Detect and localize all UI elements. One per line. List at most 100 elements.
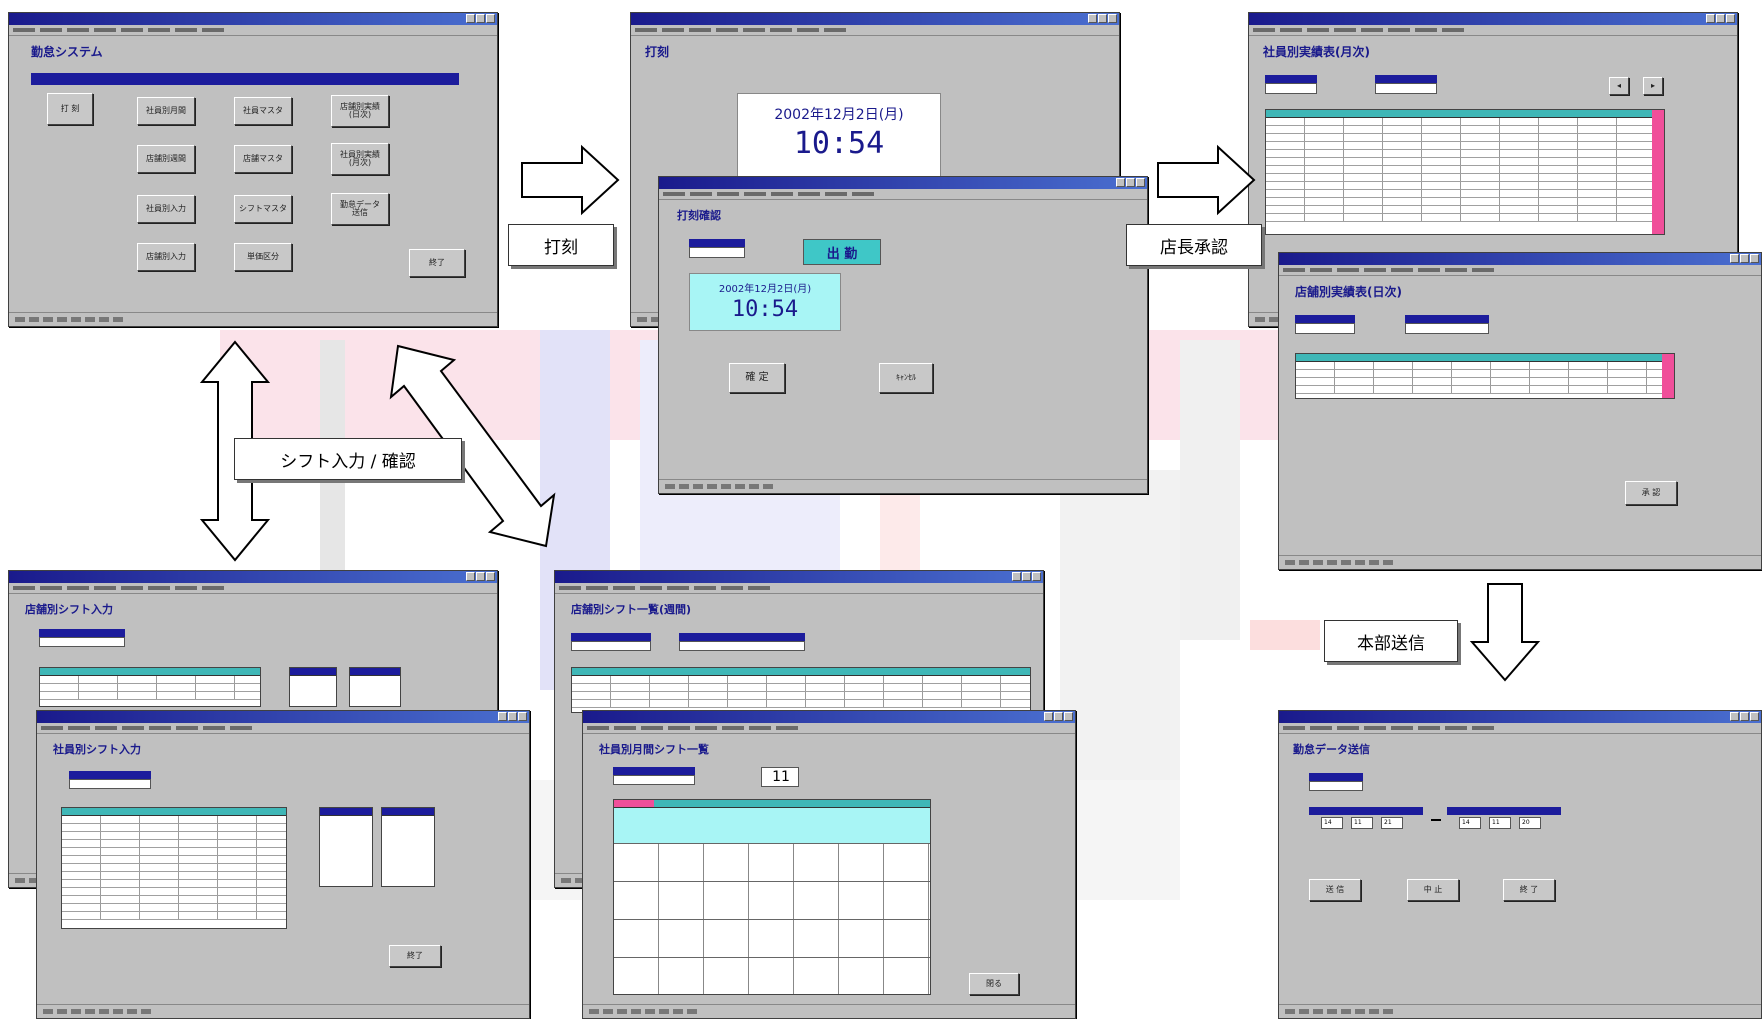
title-bar [631, 13, 1119, 25]
employee-shift-grid [61, 807, 287, 929]
employee-header [1265, 75, 1317, 83]
employee-field[interactable] [613, 775, 695, 785]
exit-button[interactable]: 終了 [389, 945, 441, 967]
confirm-button[interactable]: 確 定 [729, 363, 785, 393]
next-button[interactable]: ▸ [1643, 77, 1663, 95]
week-field[interactable] [679, 641, 805, 651]
monthly-shift-window: 社員別月間シフト一覧 11 閉る [582, 710, 1076, 1019]
close-icon[interactable] [518, 712, 527, 721]
manager-approval-label: 店長承認 [1126, 224, 1262, 266]
to-year[interactable]: 14 [1459, 817, 1481, 829]
period-field[interactable] [1375, 83, 1437, 94]
period-header [1375, 75, 1437, 83]
store-field[interactable] [1309, 781, 1363, 791]
store-master-button[interactable]: 店舗マスタ [234, 145, 292, 173]
confirm-clock-time: 10:54 [731, 297, 799, 322]
confirm-clock-date: 2002年12月2日(月) [718, 284, 812, 295]
monthly-calendar-grid [613, 799, 931, 995]
unit-price-button[interactable]: 単価区分 [234, 243, 292, 271]
close-button[interactable]: 閉る [969, 973, 1019, 995]
punch-button[interactable]: 打 刻 [47, 93, 93, 125]
status-bar [9, 312, 497, 326]
approve-button[interactable]: 承 認 [1625, 481, 1677, 505]
from-year[interactable]: 14 [1321, 817, 1343, 829]
menu-bar [583, 723, 1075, 734]
to-month[interactable]: 11 [1489, 817, 1511, 829]
send-button[interactable]: 送 信 [1309, 879, 1361, 901]
store-weekly-button[interactable]: 店舗別週間 [137, 145, 195, 173]
employee-results-monthly-button[interactable]: 社員別実績 (月次) [331, 143, 389, 175]
close-icon[interactable] [1750, 712, 1759, 721]
stop-button[interactable]: 中 止 [1407, 879, 1459, 901]
close-icon[interactable] [1064, 712, 1073, 721]
maximize-icon[interactable] [476, 14, 485, 23]
date-field[interactable] [1405, 323, 1489, 334]
store-daily-button[interactable]: 店舗別実績 (日次) [331, 95, 389, 127]
page-title: 社員別実績表(月次) [1263, 45, 1370, 59]
shift-time-list [381, 807, 435, 887]
employee-field[interactable] [689, 247, 745, 258]
exit-button[interactable]: 終了 [409, 249, 465, 277]
arrow-down-icon [1469, 583, 1541, 682]
from-month[interactable]: 11 [1351, 817, 1373, 829]
shift-input-confirm-label: シフト入力 / 確認 [234, 438, 462, 480]
close-icon[interactable] [486, 572, 495, 581]
daily-grid [1295, 353, 1675, 399]
data-send-window: 勤怠データ送信 14 11 21 14 11 20 送 信 中 止 終 了 [1278, 710, 1762, 1019]
store-input-button[interactable]: 店舗別入力 [137, 243, 195, 271]
to-day[interactable]: 20 [1519, 817, 1541, 829]
menu-bar [1279, 265, 1761, 276]
status-bar [583, 1004, 1075, 1018]
employee-field[interactable] [1265, 83, 1317, 94]
store-field[interactable] [39, 637, 125, 647]
employee-header [613, 767, 695, 775]
close-icon[interactable] [1750, 254, 1759, 263]
close-icon[interactable] [1108, 14, 1117, 23]
menu-bar [1249, 25, 1737, 36]
clock-panel: 2002年12月2日(月) 10:54 [737, 93, 941, 177]
month-display: 11 [761, 767, 799, 787]
close-icon[interactable] [1726, 14, 1735, 23]
arrow-right-icon [521, 144, 620, 216]
weekly-shift-grid [571, 667, 1031, 713]
page-title: 打刻確認 [677, 209, 721, 222]
prev-button[interactable]: ◂ [1609, 77, 1629, 95]
close-icon[interactable] [1032, 572, 1041, 581]
employee-input-button[interactable]: 社員別入力 [137, 195, 195, 223]
close-icon[interactable] [1136, 178, 1145, 187]
arrow-right-icon [1157, 144, 1256, 216]
employee-master-button[interactable]: 社員マスタ [234, 97, 292, 125]
title-bar [659, 177, 1147, 189]
store-header [39, 629, 125, 637]
daily-results-window: 店舗別実績表(日次) 承 認 [1278, 252, 1762, 570]
range-dash [1431, 819, 1441, 821]
finish-button[interactable]: 終 了 [1503, 879, 1555, 901]
clock-date: 2002年12月2日(月) [774, 107, 904, 123]
page-title: 打刻 [645, 45, 670, 59]
shift-time-list [349, 667, 401, 707]
from-day[interactable]: 21 [1381, 817, 1403, 829]
employee-header [69, 771, 151, 779]
from-date-header [1309, 807, 1423, 815]
store-field[interactable] [571, 641, 651, 651]
store-field[interactable] [1295, 323, 1355, 334]
to-date-header [1447, 807, 1561, 815]
store-header [571, 633, 651, 641]
status-bar [37, 1004, 529, 1018]
menu-bar [1279, 723, 1761, 734]
cancel-button[interactable]: ｷｬﾝｾﾙ [879, 363, 933, 393]
minimize-icon[interactable] [466, 14, 475, 23]
menu-bar [37, 723, 529, 734]
attendance-send-button[interactable]: 勤怠データ 送信 [331, 193, 389, 225]
employee-monthly-button[interactable]: 社員別月間 [137, 97, 195, 125]
shift-master-button[interactable]: シフトマスタ [234, 195, 292, 223]
main-menu-window: 勤怠システム 打 刻 社員別月間 社員マスタ 店舗別実績 (日次) 店舗別週間 … [8, 12, 498, 327]
confirm-clock-panel: 2002年12月2日(月) 10:54 [689, 273, 841, 331]
status-bar [659, 479, 1147, 493]
store-header [1309, 773, 1363, 781]
close-icon[interactable] [486, 14, 495, 23]
shift-code-list [319, 807, 373, 887]
employee-field[interactable] [69, 779, 151, 789]
page-title: 社員別シフト入力 [53, 743, 141, 756]
title-bar [1279, 253, 1761, 265]
